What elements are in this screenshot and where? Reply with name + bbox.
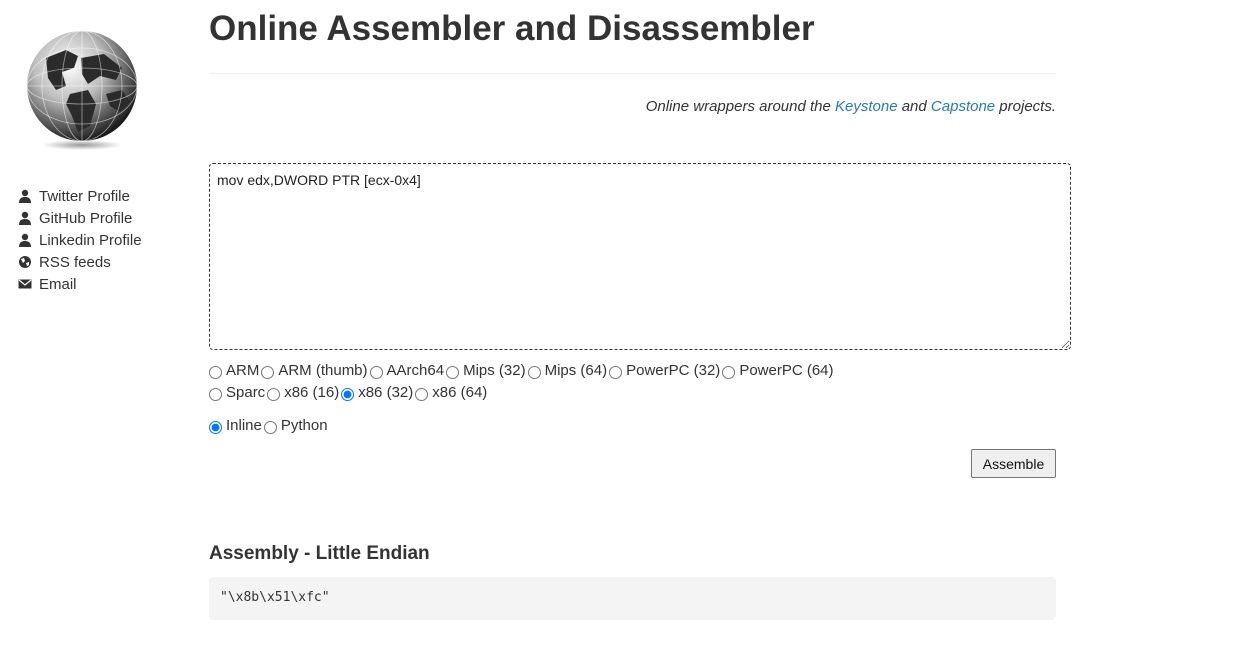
arch-radio-arm[interactable] [209,365,222,379]
arch-option-powerpc64[interactable]: PowerPC (64) [722,362,835,379]
arch-option-powerpc32[interactable]: PowerPC (32) [609,362,722,379]
format-option-inline[interactable]: Inline [209,417,264,434]
arch-radio-x86-16[interactable] [267,387,281,401]
arch-radio-mips64[interactable] [527,365,541,379]
email-link[interactable]: Email [39,276,77,293]
globe-icon [19,256,31,268]
rss-feeds-link[interactable]: RSS feeds [39,254,111,271]
user-icon [19,233,31,247]
arch-radio-powerpc64[interactable] [722,365,736,379]
architecture-options-row-1: ARM ARM (thumb) AArch64 Mips (32) Mips (… [209,362,836,379]
sidebar-item-github[interactable]: GitHub Profile [18,207,142,229]
user-icon [19,211,31,225]
arch-option-aarch64[interactable]: AArch64 [369,362,447,379]
tagline-prefix: Online wrappers around the [645,98,835,115]
arch-radio-sparc[interactable] [209,387,222,401]
assemble-button[interactable]: Assemble [971,449,1056,478]
arch-radio-x86-32[interactable] [341,387,355,401]
format-option-python[interactable]: Python [263,417,330,434]
arch-option-sparc[interactable]: Sparc [209,384,267,401]
arch-option-mips32[interactable]: Mips (32) [446,362,528,379]
arch-radio-powerpc32[interactable] [609,365,623,379]
twitter-profile-link[interactable]: Twitter Profile [39,188,130,205]
profile-links: Twitter Profile GitHub Profile Linkedin … [18,185,142,295]
envelope-icon [18,279,32,289]
arch-radio-mips32[interactable] [446,365,460,379]
globe-logo [26,30,138,150]
arch-option-x86-64[interactable]: x86 (64) [415,384,489,401]
arch-option-x86-16[interactable]: x86 (16) [267,384,341,401]
output-format-options: Inline Python [209,417,330,434]
arch-radio-aarch64[interactable] [369,365,383,379]
arch-radio-x86-64[interactable] [415,387,429,401]
arch-option-x86-32[interactable]: x86 (32) [341,384,415,401]
arch-option-arm[interactable]: ARM [209,362,261,379]
page-title: Online Assembler and Disassembler [209,9,815,48]
sidebar: Twitter Profile GitHub Profile Linkedin … [0,0,180,658]
sidebar-item-email[interactable]: Email [18,273,142,295]
arch-radio-arm-thumb[interactable] [261,365,275,379]
github-profile-link[interactable]: GitHub Profile [39,210,132,227]
arch-option-mips64[interactable]: Mips (64) [527,362,610,379]
sidebar-item-rss[interactable]: RSS feeds [18,251,142,273]
keystone-link[interactable]: Keystone [835,98,898,115]
architecture-options-row-2: Sparc x86 (16) x86 (32) x86 (64) [209,384,489,401]
tagline: Online wrappers around the Keystone and … [209,98,1056,115]
tagline-suffix: projects. [995,98,1056,115]
user-icon [19,189,31,203]
arch-option-arm-thumb[interactable]: ARM (thumb) [261,362,369,379]
sidebar-item-linkedin[interactable]: Linkedin Profile [18,229,142,251]
sidebar-item-twitter[interactable]: Twitter Profile [18,185,142,207]
result-title: Assembly - Little Endian [209,543,430,564]
linkedin-profile-link[interactable]: Linkedin Profile [39,232,142,249]
tagline-and: and [897,98,931,115]
format-radio-python[interactable] [263,420,277,434]
result-output: "\x8b\x51\xfc" [209,577,1056,620]
assembly-input[interactable] [209,163,1071,350]
format-radio-inline[interactable] [209,420,222,434]
header-divider [209,73,1056,74]
capstone-link[interactable]: Capstone [931,98,995,115]
